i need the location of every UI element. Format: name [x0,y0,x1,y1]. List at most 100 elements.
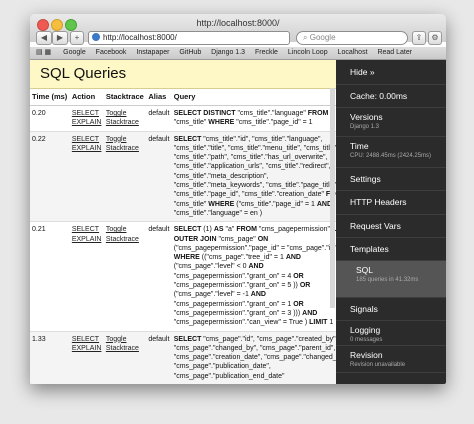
toggle-stacktrace-link[interactable]: Toggle [106,226,127,233]
action-cell: SELECT EXPLAIN [69,221,104,332]
query-line: "cms_title"."application_urls", "cms_tit… [173,163,331,171]
col-stacktrace: Stacktrace [103,89,147,106]
panel-item-versions[interactable]: Versions Django 1.3 [336,108,446,137]
query-line: ("cms_page"."level" = -1 AND [173,291,266,299]
page-title: SQL Queries [30,60,336,89]
stacktrace-link[interactable]: Stacktrace [106,345,139,352]
query-line: OUTER JOIN "cms_page" ON [173,235,269,243]
panel-item-label: Versions [350,112,383,122]
select-link[interactable]: SELECT [72,336,99,343]
query-cell: SELECT "cms_page"."id", "cms_page"."crea… [171,330,336,384]
select-link[interactable]: SELECT [72,110,99,117]
bookmark-read-later[interactable]: Read Later [377,47,412,59]
bookmarks-bar: ▤ ▦ Google Facebook Instapaper GitHub Dj… [30,47,446,60]
explain-link[interactable]: EXPLAIN [72,236,102,243]
forward-button[interactable]: ▶ [52,31,68,45]
explain-link[interactable]: EXPLAIN [72,119,102,126]
query-line: "cms_page"."publication_date", [173,363,271,371]
query-line: SELECT (1) AS "a" FROM "cms_pagepermissi… [173,226,336,234]
query-time: 0.20 [30,105,70,132]
bookmark-github[interactable]: GitHub [179,47,201,59]
query-line: "cms_title"."language" = en ) [173,209,263,217]
globe-icon [92,33,100,41]
query-line: "cms_title"."path", "cms_title"."has_url… [173,154,328,162]
stacktrace-cell: Toggle Stacktrace [103,221,147,332]
panel-item-subtitle: Revision unavailable [350,362,406,368]
panel-item-revision[interactable]: Revision Revision unavailable [336,346,446,373]
bookmark-google[interactable]: Google [63,47,86,59]
panel-item-logging[interactable]: Logging 0 messages [336,321,446,346]
panel-item-http-headers[interactable]: HTTP Headers [336,191,446,215]
stacktrace-link[interactable]: Stacktrace [106,119,139,126]
panel-item-templates[interactable]: Templates [336,238,446,261]
window-title: http://localhost:8000/ [196,18,280,28]
query-line: WHERE (("cms_page"."tree_id" = 1 AND [173,254,301,262]
query-line: "cms_page"."publication_end_date" [173,372,285,380]
select-link[interactable]: SELECT [72,226,99,233]
query-line: "cms_pagepermission"."can_view" = True )… [173,319,334,327]
toggle-stacktrace-link[interactable]: Toggle [106,110,127,117]
panel-item-time[interactable]: Time CPU: 2488.45ms (2424.25ms) [336,137,446,168]
alias-cell: default [146,330,172,384]
bookmark-facebook[interactable]: Facebook [96,47,127,59]
toolbar: ◀ ▶ + http://localhost:8000/ ⌕ Google ⇪ … [30,30,446,47]
add-bookmark-button[interactable]: + [70,31,84,45]
col-query: Query [171,89,336,106]
query-line: ("cms_page"."level" < 0 AND [173,263,264,271]
debug-toolbar-panel: Hide » Cache: 0.00ms Versions Django 1.3 Tim… [336,60,446,384]
explain-link[interactable]: EXPLAIN [72,145,102,152]
action-cell: SELECT EXPLAIN [69,330,104,384]
url-field[interactable]: http://localhost:8000/ [88,31,290,45]
explain-link[interactable]: EXPLAIN [72,345,102,352]
settings-button[interactable]: ⚙ [428,31,442,45]
back-button[interactable]: ◀ [36,31,52,45]
alias-cell: default [146,105,172,132]
query-time: 0.22 [30,130,70,222]
stacktrace-cell: Toggle Stacktrace [103,105,147,132]
query-line: "cms_pagepermission"."grant_on" = 5 )) O… [173,282,311,290]
bookmarks-icon[interactable]: ▤ ▦ [36,49,51,56]
search-icon: ⌕ [303,33,308,42]
bookmark-freckle[interactable]: Freckle [255,47,278,59]
scrollbar[interactable] [330,88,335,308]
stacktrace-link[interactable]: Stacktrace [106,236,139,243]
share-button[interactable]: ⇪ [412,31,426,45]
bookmark-lincoln-loop[interactable]: Lincoln Loop [288,47,328,59]
bookmark-django[interactable]: Django 1.3 [211,47,245,59]
page-content: SQL Queries Time (ms) Action Stacktrace … [30,60,446,384]
query-line: "cms_title" WHERE "cms_title"."page_id" … [173,119,313,127]
query-time: 0.21 [30,221,70,332]
search-field[interactable]: ⌕ Google [296,31,408,45]
query-line: "cms_title"."meta_description", [173,172,269,180]
panel-item-cache-0-00ms[interactable]: Cache: 0.00ms [336,85,446,108]
panel-item-label: Revision [350,350,383,360]
panel-item-signals[interactable]: Signals [336,298,446,321]
panel-item-request-vars[interactable]: Request Vars [336,215,446,238]
toggle-stacktrace-link[interactable]: Toggle [106,136,127,143]
toggle-stacktrace-link[interactable]: Toggle [106,336,127,343]
stacktrace-link[interactable]: Stacktrace [106,145,139,152]
alias-cell: default [146,130,172,222]
query-line: SELECT "cms_page"."id", "cms_page"."crea… [173,335,336,343]
search-placeholder: Google [309,33,336,42]
action-cell: SELECT EXPLAIN [69,105,104,132]
query-line: SELECT "cms_title"."id", "cms_title"."la… [173,135,323,143]
panel-item-label: Cache: 0.00ms [350,91,408,101]
panel-item-label: Request Vars [350,221,401,231]
bookmark-localhost[interactable]: Localhost [338,47,368,59]
table-row: 0.21 SELECT EXPLAIN Toggle Stacktrace default… [30,221,336,332]
browser-window: http://localhost:8000/ ◀ ▶ + http://loca… [30,14,446,384]
url-text: http://localhost:8000/ [103,33,177,42]
panel-item-hide[interactable]: Hide » [336,60,446,85]
panel-item-label: Hide » [350,67,375,77]
panel-item-subtitle: CPU: 2488.45ms (2424.25ms) [350,153,432,159]
panel-item-settings[interactable]: Settings [336,168,446,191]
query-line: "cms_pagepermission"."grant_on" = 1 OR [173,300,304,308]
panel-item-label: Time [350,141,369,151]
panel-item-sql[interactable]: SQL 185 queries in 41.32ms [336,261,446,298]
panel-item-label: Templates [350,244,389,254]
bookmark-instapaper[interactable]: Instapaper [136,47,169,59]
query-time: 1.33 [30,330,70,384]
col-action: Action [69,89,104,106]
select-link[interactable]: SELECT [72,136,99,143]
